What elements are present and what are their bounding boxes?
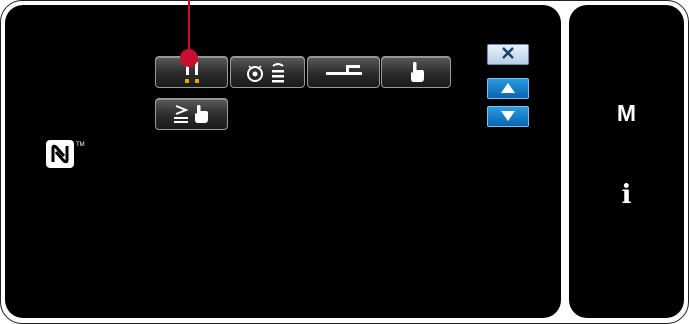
close-button[interactable] xyxy=(487,44,529,65)
mode-key[interactable]: M xyxy=(569,100,684,127)
presser-foot-button[interactable] xyxy=(307,56,380,88)
stitch-adjust-touch-icon xyxy=(170,102,214,126)
callout-marker xyxy=(180,49,198,67)
bobbin-counter-icon xyxy=(243,60,293,84)
svg-text:TM: TM xyxy=(76,142,85,148)
bobbin-counter-button[interactable] xyxy=(230,56,305,88)
scroll-down-button[interactable] xyxy=(487,106,529,127)
info-key[interactable]: i xyxy=(569,180,684,210)
scroll-up-button[interactable] xyxy=(487,78,529,99)
arrow-down-icon xyxy=(501,108,515,126)
side-key-panel xyxy=(569,5,684,318)
close-icon xyxy=(502,46,514,64)
touch-hand-icon xyxy=(405,60,427,84)
touch-button[interactable] xyxy=(381,56,451,88)
nfc-n-mark-icon: TM xyxy=(46,140,98,173)
presser-foot-icon xyxy=(322,62,366,82)
arrow-up-icon xyxy=(501,80,515,98)
stitch-adjust-touch-button[interactable] xyxy=(155,98,228,130)
